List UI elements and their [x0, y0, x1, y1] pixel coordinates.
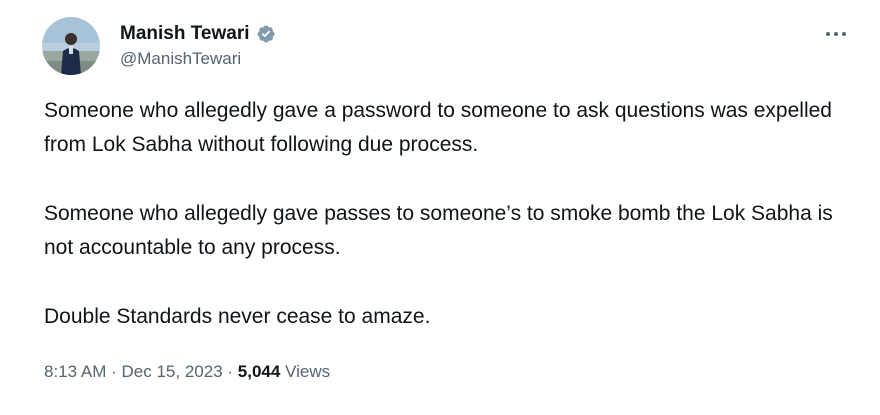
views-label: Views — [285, 362, 331, 381]
author-display-name[interactable]: Manish Tewari — [120, 22, 250, 46]
avatar-image — [42, 17, 100, 75]
tweet-paragraph: Someone who allegedly gave passes to som… — [44, 202, 833, 259]
meta-separator: · — [227, 362, 234, 381]
tweet-date[interactable]: Dec 15, 2023 — [122, 362, 223, 381]
tweet-paragraph: Someone who allegedly gave a password to… — [44, 99, 832, 156]
more-options-icon — [826, 32, 846, 36]
tweet-paragraph: Double Standards never cease to amaze. — [44, 305, 431, 328]
more-options-button[interactable] — [820, 22, 852, 46]
author-handle[interactable]: @ManishTewari — [120, 48, 276, 70]
tweet-card: Manish Tewari @ManishTewari Someone who … — [0, 0, 880, 415]
tweet-meta: 8:13 AM · Dec 15, 2023 · 5,044 Views — [44, 360, 330, 384]
meta-separator: · — [111, 362, 117, 381]
verified-badge-icon — [256, 24, 276, 44]
views-count: 5,044 — [237, 362, 281, 381]
tweet-time[interactable]: 8:13 AM — [44, 362, 106, 381]
author-identity: Manish Tewari @ManishTewari — [120, 22, 276, 70]
avatar[interactable] — [42, 17, 100, 75]
tweet-header: Manish Tewari @ManishTewari — [42, 16, 276, 76]
tweet-text: Someone who allegedly gave a password to… — [44, 94, 864, 334]
name-row: Manish Tewari — [120, 22, 276, 46]
